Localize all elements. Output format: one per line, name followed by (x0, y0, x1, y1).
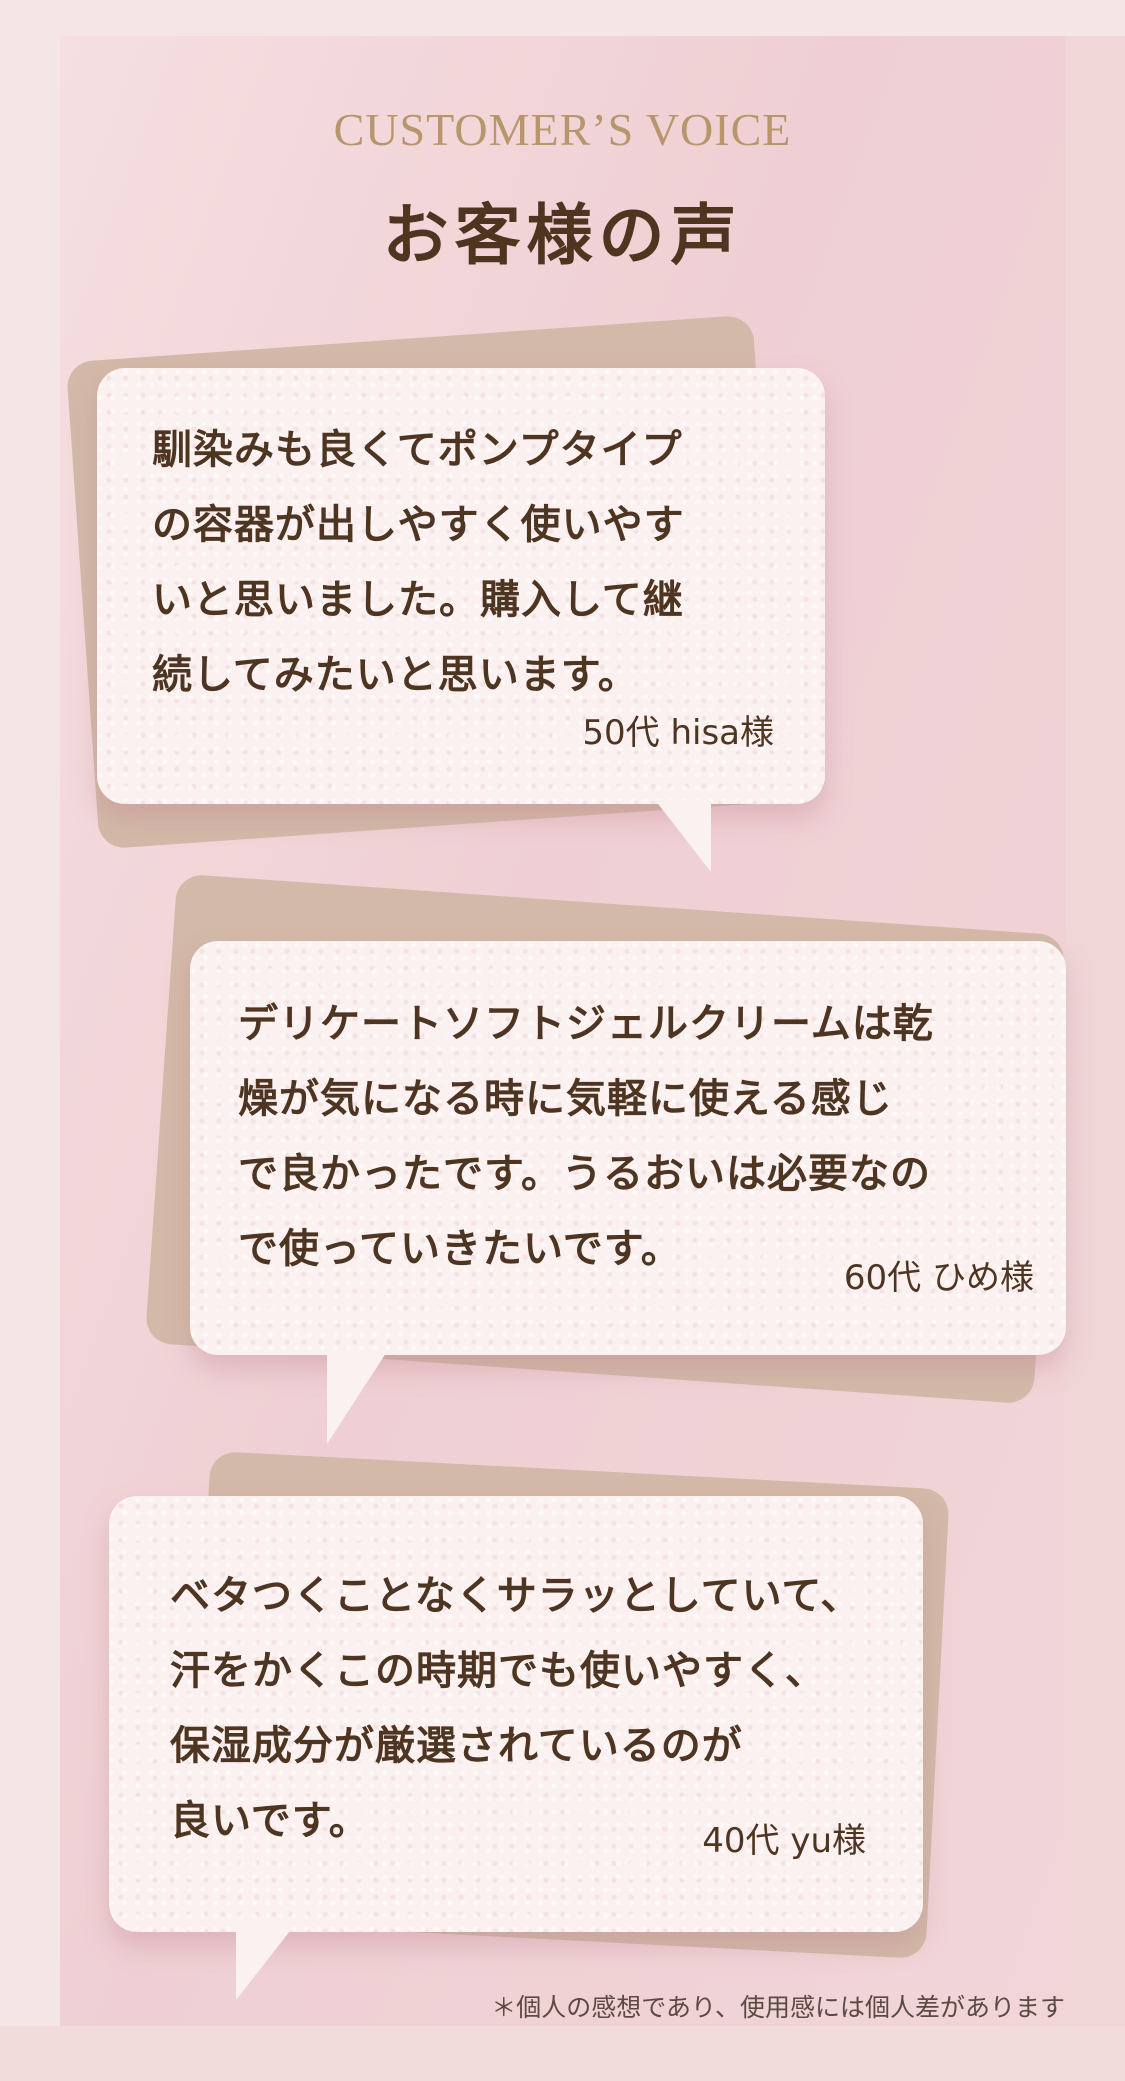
testimonial-3-author: 40代 yu様 (702, 1821, 866, 1861)
testimonial-2-author: 60代 ひめ様 (843, 1258, 1034, 1298)
section-title-japanese: お客様の声 (382, 196, 743, 274)
testimonial-1-quote: 馴染みも良くてポンプタイプ の容器が出しやすく使いやす いと思いました。購入して… (152, 412, 685, 712)
testimonial-2-bubble-tail (327, 1350, 388, 1444)
testimonial-1-bubble-tail (655, 800, 711, 872)
section-title-english: CUSTOMER’S VOICE (333, 104, 792, 155)
disclaimer-note: ＊個人の感想であり、使用感には個人差があります (491, 1993, 1065, 2022)
testimonial-1-line-4: 続してみたいと思います。 (152, 651, 639, 698)
background-strip-right (1065, 36, 1125, 2081)
background-strip-bottom (0, 2026, 1125, 2081)
testimonial-1-line-3: いと思いました。購入して継 (152, 576, 684, 623)
testimonial-3-bubble-tail (236, 1926, 294, 2000)
testimonial-2-line-3: で良かったです。うるおいは必要なの (238, 1150, 931, 1197)
testimonial-3-line-3: 保湿成分が厳選されているのが (170, 1722, 743, 1769)
testimonial-3-line-1: ベタつくことなくサラッとしていて、 (170, 1572, 862, 1619)
testimonial-3-line-2: 汗をかくこの時期でも使いやすく、 (170, 1647, 826, 1694)
testimonial-2-line-2: 燥が気になる時に気軽に使える感じ (238, 1075, 893, 1122)
testimonial-2-line-1: デリケートソフトジェルクリームは乾 (238, 1000, 934, 1047)
testimonial-1-line-1: 馴染みも良くてポンプタイプ (152, 426, 683, 473)
testimonial-2-quote: デリケートソフトジェルクリームは乾 燥が気になる時に気軽に使える感じ で良かった… (238, 986, 934, 1286)
testimonial-1-line-2: の容器が出しやすく使いやす (152, 501, 685, 548)
testimonial-1-author: 50代 hisa様 (582, 713, 774, 753)
